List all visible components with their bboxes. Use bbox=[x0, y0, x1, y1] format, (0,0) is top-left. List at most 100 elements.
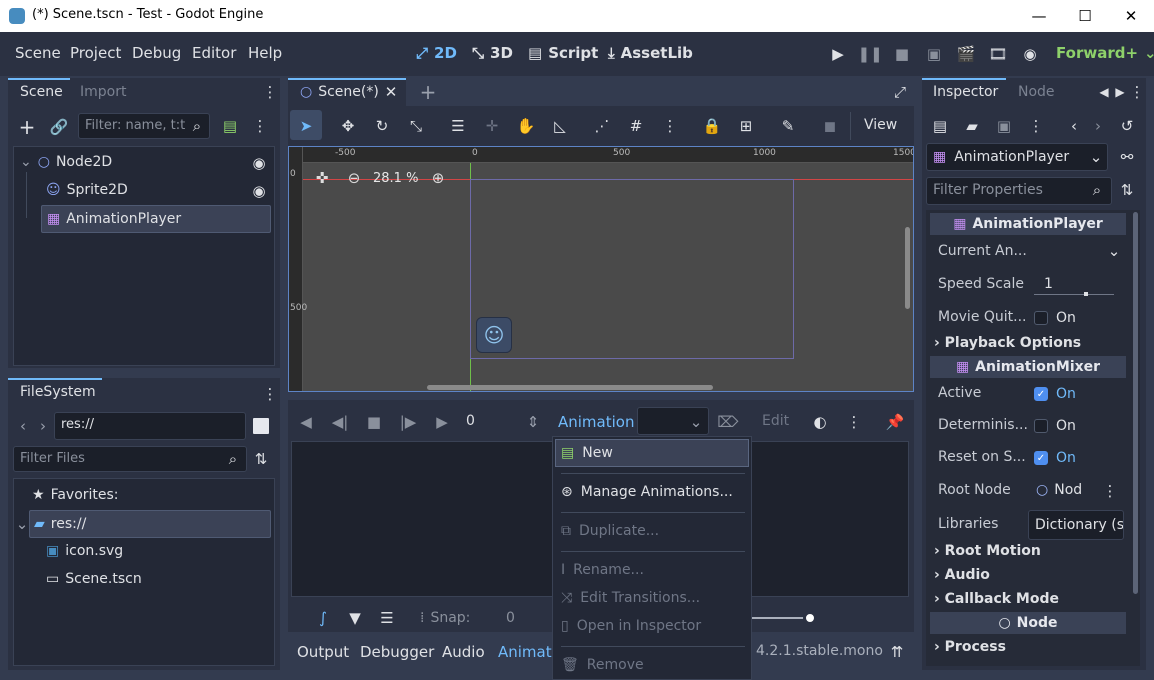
movie-maker-icon[interactable]: ◉ bbox=[1020, 44, 1040, 64]
minimize-button[interactable]: — bbox=[1016, 0, 1062, 32]
play-custom-scene-icon[interactable]: 🎞 bbox=[988, 44, 1008, 64]
list-select-icon[interactable]: ☰ bbox=[448, 116, 468, 136]
tree-sprite2d[interactable]: ☺ Sprite2D bbox=[46, 182, 128, 198]
history-icon[interactable]: ↺ bbox=[1118, 116, 1136, 136]
root-node-menu-icon[interactable]: ⋮ bbox=[1102, 482, 1118, 500]
edit-button[interactable]: Edit bbox=[762, 413, 789, 429]
node-selector[interactable]: ▦ AnimationPlayer bbox=[926, 143, 1108, 171]
close-tab-icon[interactable]: ✕ bbox=[384, 83, 398, 101]
file-scene-tscn[interactable]: ▭ Scene.tscn bbox=[46, 571, 142, 587]
group-audio[interactable]: › Audio bbox=[934, 567, 990, 583]
dock-menu-icon[interactable]: ⋮ bbox=[262, 384, 278, 404]
tab-import[interactable]: Import bbox=[80, 84, 126, 100]
menu-debug[interactable]: Debug bbox=[132, 44, 181, 62]
track-list-icon[interactable]: ☰ bbox=[378, 608, 396, 628]
pin-icon[interactable]: 📌 bbox=[886, 412, 905, 432]
ruler-icon[interactable]: ◺ bbox=[550, 116, 570, 136]
lock-icon[interactable]: 🔒 bbox=[702, 116, 722, 136]
movie-quit-checkbox[interactable] bbox=[1034, 311, 1048, 325]
reset-checkbox[interactable]: ✓ bbox=[1034, 451, 1048, 465]
scale-mode-icon[interactable]: ⤡ bbox=[406, 116, 426, 136]
visibility-eye-icon[interactable]: ◉ bbox=[250, 154, 268, 172]
dock-menu-icon[interactable]: ⋮ bbox=[1130, 83, 1145, 101]
dock-menu-icon[interactable]: ⋮ bbox=[262, 82, 278, 102]
close-window-button[interactable]: ✕ bbox=[1108, 0, 1154, 32]
tab-scroll-left-icon[interactable]: ◀ bbox=[1098, 84, 1110, 100]
maximize-button[interactable]: ☐ bbox=[1062, 0, 1108, 32]
speed-scale-slider[interactable] bbox=[1034, 294, 1114, 295]
grid-snap-icon[interactable]: # bbox=[626, 116, 646, 136]
remote-debug-icon[interactable]: ▣ bbox=[924, 44, 944, 64]
history-forward-icon[interactable]: › bbox=[1090, 116, 1106, 136]
workspace-assetlib-button[interactable]: ⤓ AssetLib bbox=[608, 44, 693, 62]
rotate-mode-icon[interactable]: ↻ bbox=[372, 116, 392, 136]
visibility-eye-icon[interactable]: ◉ bbox=[250, 182, 268, 200]
play-icon[interactable]: ▶ bbox=[828, 44, 848, 64]
menu-rename[interactable]: I Rename... bbox=[561, 562, 644, 578]
back-icon[interactable]: ‹ bbox=[16, 416, 30, 436]
snap-value[interactable]: 0 bbox=[506, 610, 515, 626]
menu-edit-transitions[interactable]: ⤨ Edit Transitions... bbox=[561, 590, 700, 606]
tree-node2d[interactable]: ⌄ ○ Node2D bbox=[20, 154, 112, 170]
inspector-scrollbar[interactable] bbox=[1133, 212, 1138, 594]
res-folder-item[interactable]: ▰ res:// bbox=[29, 510, 271, 538]
smart-snap-icon[interactable]: ⋰ bbox=[592, 116, 612, 136]
file-icon-svg[interactable]: ▣ icon.svg bbox=[46, 543, 123, 559]
workspace-3d-button[interactable]: ⤡ 3D bbox=[472, 44, 513, 62]
group-icon[interactable]: ⊞ bbox=[736, 116, 756, 136]
play-scene-icon[interactable]: 🎬 bbox=[956, 44, 976, 64]
split-mode-icon[interactable] bbox=[253, 418, 269, 434]
menu-remove[interactable]: 🗑 Remove bbox=[561, 657, 644, 673]
godot-sprite-icon[interactable]: ☺ bbox=[476, 317, 512, 353]
node-tree-icon[interactable]: ⚯ bbox=[1118, 148, 1136, 166]
renderer-selector[interactable]: Forward+ ⌄ bbox=[1056, 44, 1154, 62]
pan-hand-icon[interactable]: ✋ bbox=[516, 116, 536, 136]
camera-icon[interactable]: ◼ bbox=[820, 116, 840, 136]
zoom-level[interactable]: 28.1 % bbox=[373, 171, 418, 186]
workspace-2d-button[interactable]: ⤢ 2D bbox=[416, 44, 457, 62]
menu-new[interactable]: ▤ New bbox=[561, 445, 613, 461]
tab-audio[interactable]: Audio bbox=[442, 643, 485, 661]
root-node-value[interactable]: ○ Nod bbox=[1036, 482, 1082, 498]
menu-open-in-inspector[interactable]: ▯ Open in Inspector bbox=[561, 618, 701, 634]
pause-icon[interactable]: ❚❚ bbox=[857, 44, 882, 64]
collapse-arrow-icon[interactable]: ⌄ bbox=[16, 515, 29, 533]
speed-scale-value[interactable]: 1 bbox=[1044, 276, 1053, 292]
animation-options-icon[interactable]: ⋮ bbox=[846, 412, 862, 432]
zoom-slider-track[interactable] bbox=[752, 617, 808, 619]
speed-scale-slider-handle[interactable] bbox=[1084, 292, 1088, 296]
open-folder-icon[interactable]: ▰ bbox=[962, 116, 982, 136]
vertical-scrollbar[interactable] bbox=[905, 227, 910, 309]
menu-manage-animations[interactable]: ⊛ Manage Animations... bbox=[561, 484, 733, 500]
bezier-curve-icon[interactable]: ∫ bbox=[314, 608, 332, 628]
snap-options-icon[interactable]: ⋮ bbox=[660, 116, 680, 136]
tab-node[interactable]: Node bbox=[1018, 84, 1055, 100]
filter-icon[interactable]: ▼ bbox=[346, 608, 364, 628]
instance-scene-icon[interactable]: 🔗 bbox=[48, 116, 70, 138]
stop-icon[interactable]: ■ bbox=[892, 44, 912, 64]
zoom-in-icon[interactable]: ⊕ bbox=[429, 169, 447, 187]
zoom-slider-handle[interactable] bbox=[803, 611, 817, 625]
tab-debugger[interactable]: Debugger bbox=[360, 643, 434, 661]
group-playback-options[interactable]: › Playback Options bbox=[934, 335, 1081, 351]
inspector-tools-icon[interactable]: ⋮ bbox=[1028, 116, 1044, 136]
frame-position[interactable]: 0 bbox=[466, 413, 475, 429]
menu-help[interactable]: Help bbox=[248, 44, 282, 62]
sort-icon[interactable]: ⇅ bbox=[252, 449, 270, 469]
bone-icon[interactable]: ✎ bbox=[778, 116, 798, 136]
attach-script-icon[interactable]: ▤ bbox=[220, 116, 240, 136]
tree-animationplayer[interactable]: ▦ AnimationPlayer bbox=[41, 205, 271, 233]
deterministic-checkbox[interactable] bbox=[1034, 419, 1048, 433]
stop-animation-icon[interactable]: ■ bbox=[366, 412, 382, 432]
tab-scroll-right-icon[interactable]: ▶ bbox=[1114, 84, 1126, 100]
chevron-down-icon[interactable]: ⌄ bbox=[1106, 242, 1122, 260]
zoom-out-icon[interactable]: ⊖ bbox=[345, 169, 363, 187]
menu-scene[interactable]: Scene bbox=[15, 44, 61, 62]
history-back-icon[interactable]: ‹ bbox=[1066, 116, 1082, 136]
save-icon[interactable]: ▣ bbox=[994, 116, 1014, 136]
play-backwards-start-icon[interactable]: ◀| bbox=[330, 412, 350, 432]
add-scene-tab-icon[interactable]: + bbox=[418, 80, 438, 104]
pivot-icon[interactable]: ✛ bbox=[482, 116, 502, 136]
scene-tree-menu-icon[interactable]: ⋮ bbox=[252, 116, 268, 136]
inspector-filter-options-icon[interactable]: ⇅ bbox=[1118, 181, 1136, 199]
